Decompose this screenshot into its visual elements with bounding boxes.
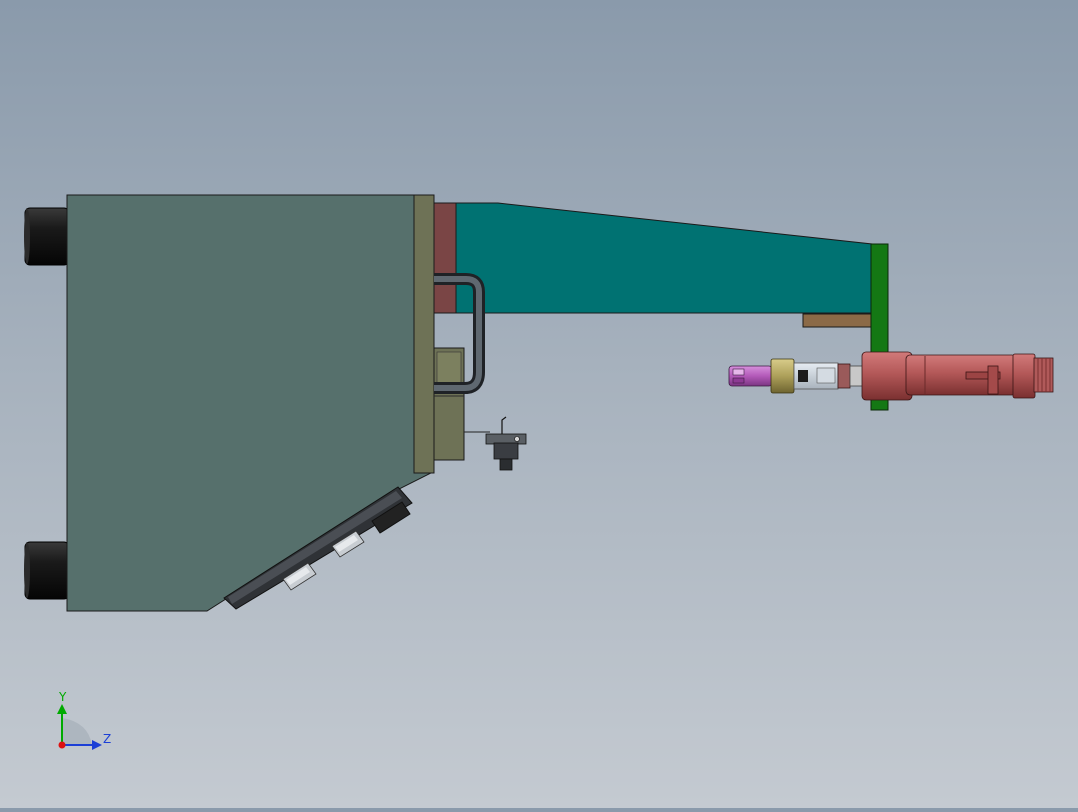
triad-z-label: Z [103, 732, 111, 746]
coordinate-triad: Y Z [57, 690, 111, 750]
roller-wheel-bottom[interactable] [24, 541, 70, 600]
triad-y-label: Y [58, 690, 67, 704]
triad-x-axis [58, 741, 66, 749]
torch-assembly[interactable] [728, 351, 1054, 401]
mounting-plate[interactable] [413, 194, 435, 474]
support-bar[interactable] [802, 313, 874, 328]
limit-switch[interactable] [464, 416, 527, 471]
gas-nozzle[interactable] [728, 365, 773, 387]
brass-collar[interactable] [770, 358, 795, 394]
roller-wheel-top[interactable] [24, 207, 70, 266]
threaded-connector[interactable] [1033, 357, 1054, 393]
boom-arm[interactable] [455, 202, 873, 314]
spacer-block[interactable] [433, 202, 457, 314]
main-housing[interactable] [66, 194, 434, 612]
cad-graphics-area[interactable]: Y Z [0, 0, 1078, 808]
insulator-sleeve[interactable] [793, 362, 839, 390]
lower-bracket[interactable] [433, 347, 465, 461]
hex-nut[interactable] [1012, 353, 1036, 399]
